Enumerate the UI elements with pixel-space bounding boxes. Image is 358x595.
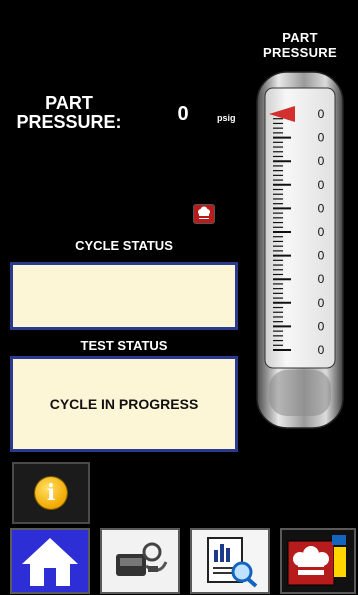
gauge-title: PART PRESSURE [248,30,352,60]
home-icon [22,538,78,586]
part-pressure-label: PART PRESSURE: [4,94,134,132]
gauge-title-line1: PART [282,30,318,45]
cycle-status-box [10,262,238,330]
gauge-scale-label: 0 [318,249,325,263]
gauge-scale-label: 0 [318,319,325,333]
gauge-scale-label: 0 [318,272,325,286]
test-status-box: CYCLE IN PROGRESS [10,356,238,452]
info-button[interactable]: i [12,462,90,524]
gauge-scale-label: 0 [318,178,325,192]
part-pressure-label-line1: PART [45,93,93,113]
chef-small-icon[interactable] [194,205,214,223]
home-button[interactable] [10,528,90,594]
gauge-scale-label: 0 [318,296,325,310]
gauge-title-line2: PRESSURE [263,45,337,60]
report-button[interactable] [190,528,270,594]
test-status-label: TEST STATUS [80,338,168,353]
pressure-gauge: 0 0 0 0 0 0 0 0 0 0 0 [255,70,345,430]
pressure-gauge-graphic: 0 0 0 0 0 0 0 0 0 0 0 [256,71,344,429]
gauge-scale-label: 0 [318,225,325,239]
leak-test-button[interactable] [100,528,180,594]
gauge-scale-label: 0 [318,201,325,215]
part-pressure-value: 0 [177,103,189,125]
gauge-scale-label: 0 [318,154,325,168]
cycle-status-label: CYCLE STATUS [75,238,173,253]
report-search-icon [207,537,258,588]
part-pressure-unit: psig [217,113,236,123]
info-icon: i [35,477,67,509]
part-pressure-label-line2: PRESSURE: [16,112,122,132]
gauge-scale-label: 0 [318,107,325,121]
gauge-scale-label: 0 [318,131,325,145]
leak-tester-icon [116,542,168,576]
chef-logo-icon [287,535,346,586]
gauge-scale-labels: 0 0 0 0 0 0 0 0 0 0 0 [318,107,325,357]
chef-button[interactable] [280,528,356,594]
gauge-scale-label: 0 [318,343,325,357]
